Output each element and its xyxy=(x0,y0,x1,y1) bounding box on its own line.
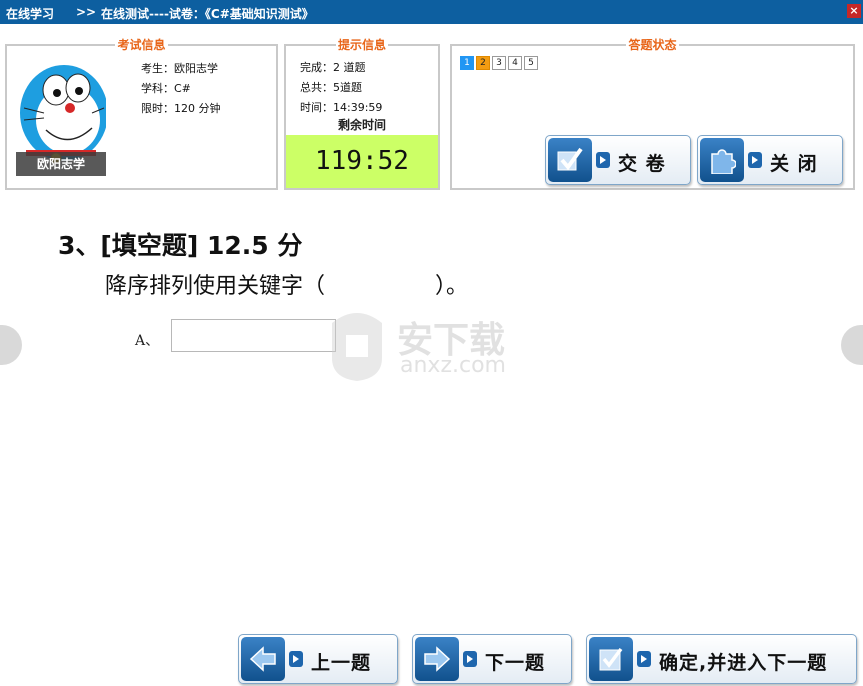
countdown-timer: 119:52 xyxy=(286,135,438,188)
tip-info-panel: 提示信息 完成：2 道题 总共：5道题 时间：14:39:59 剩余时间 119… xyxy=(284,38,440,190)
breadcrumb-current: 在线测试----试卷：《C#基础知识测试》 xyxy=(101,7,314,21)
prev-question-button[interactable]: 上一题 xyxy=(238,634,398,684)
next-question-button[interactable]: 下一题 xyxy=(412,634,572,684)
arrow-left-icon xyxy=(241,637,285,681)
chevron-right-icon xyxy=(289,651,303,667)
question-text: 降序排列使用关键字（ ）。 xyxy=(105,274,469,299)
close-window-button[interactable]: × xyxy=(847,4,861,18)
remaining-time-label: 剩余时间 xyxy=(337,118,386,132)
close-exam-button[interactable]: 关 闭 xyxy=(697,135,843,185)
puzzle-close-icon xyxy=(700,138,744,182)
exam-info-legend: 考试信息 xyxy=(115,38,168,52)
answer-input-a[interactable] xyxy=(171,319,336,352)
chevron-right-icon xyxy=(637,651,651,667)
chevron-right-icon xyxy=(463,651,477,667)
student-name: 考生：欧阳志学 xyxy=(141,62,218,75)
chevron-right-icon xyxy=(748,152,762,168)
time-limit: 限时：120 分钟 xyxy=(141,102,221,115)
side-next-arrow[interactable] xyxy=(841,325,863,365)
subject: 学科：C# xyxy=(141,82,191,95)
arrow-right-icon xyxy=(415,637,459,681)
question-title: 3、[填空题] 12.5 分 xyxy=(58,231,303,260)
side-prev-arrow[interactable] xyxy=(0,325,22,365)
current-time: 时间：14:39:59 xyxy=(300,101,383,114)
question-number-2[interactable]: 2 xyxy=(476,56,490,70)
answer-status-legend: 答题状态 xyxy=(626,38,679,52)
watermark-url: anxz.com xyxy=(400,353,506,378)
avatar-name-caption: 欧阳志学 xyxy=(16,152,106,176)
completed-count: 完成：2 道题 xyxy=(300,61,366,74)
title-bar: 在线学习 >> 在线测试----试卷：《C#基础知识测试》 × xyxy=(0,0,863,24)
confirm-next-button[interactable]: 确定,并进入下一题 xyxy=(586,634,857,684)
question-number-1[interactable]: 1 xyxy=(460,56,474,70)
submit-exam-button[interactable]: 交 卷 xyxy=(545,135,691,185)
checkmark-icon xyxy=(548,138,592,182)
next-question-label: 下一题 xyxy=(485,652,546,674)
submit-exam-label: 交 卷 xyxy=(618,153,666,175)
option-label-a: A、 xyxy=(135,333,160,349)
question-number-list: 1 2 3 4 5 xyxy=(460,56,538,70)
shield-watermark-icon xyxy=(332,313,382,381)
question-number-4[interactable]: 4 xyxy=(508,56,522,70)
watermark: 安下载 anxz.com xyxy=(322,303,542,383)
confirm-check-icon xyxy=(589,637,633,681)
question-number-5[interactable]: 5 xyxy=(524,56,538,70)
chevron-right-icon xyxy=(596,152,610,168)
question-number-3[interactable]: 3 xyxy=(492,56,506,70)
total-count: 总共：5道题 xyxy=(300,81,362,94)
close-exam-label: 关 闭 xyxy=(770,153,818,175)
confirm-next-label: 确定,并进入下一题 xyxy=(659,652,828,674)
exam-info-panel: 考试信息 欧阳志学 考生：欧阳志学 学科：C# 限时：120 分钟 xyxy=(5,38,278,190)
prev-question-label: 上一题 xyxy=(311,652,372,674)
exam-window: 在线学习 >> 在线测试----试卷：《C#基础知识测试》 × 考试信息 欧阳志… xyxy=(0,0,863,686)
breadcrumb-home[interactable]: 在线学习 xyxy=(6,5,54,22)
breadcrumb-separator: >> xyxy=(76,5,97,19)
tip-info-legend: 提示信息 xyxy=(335,38,388,52)
